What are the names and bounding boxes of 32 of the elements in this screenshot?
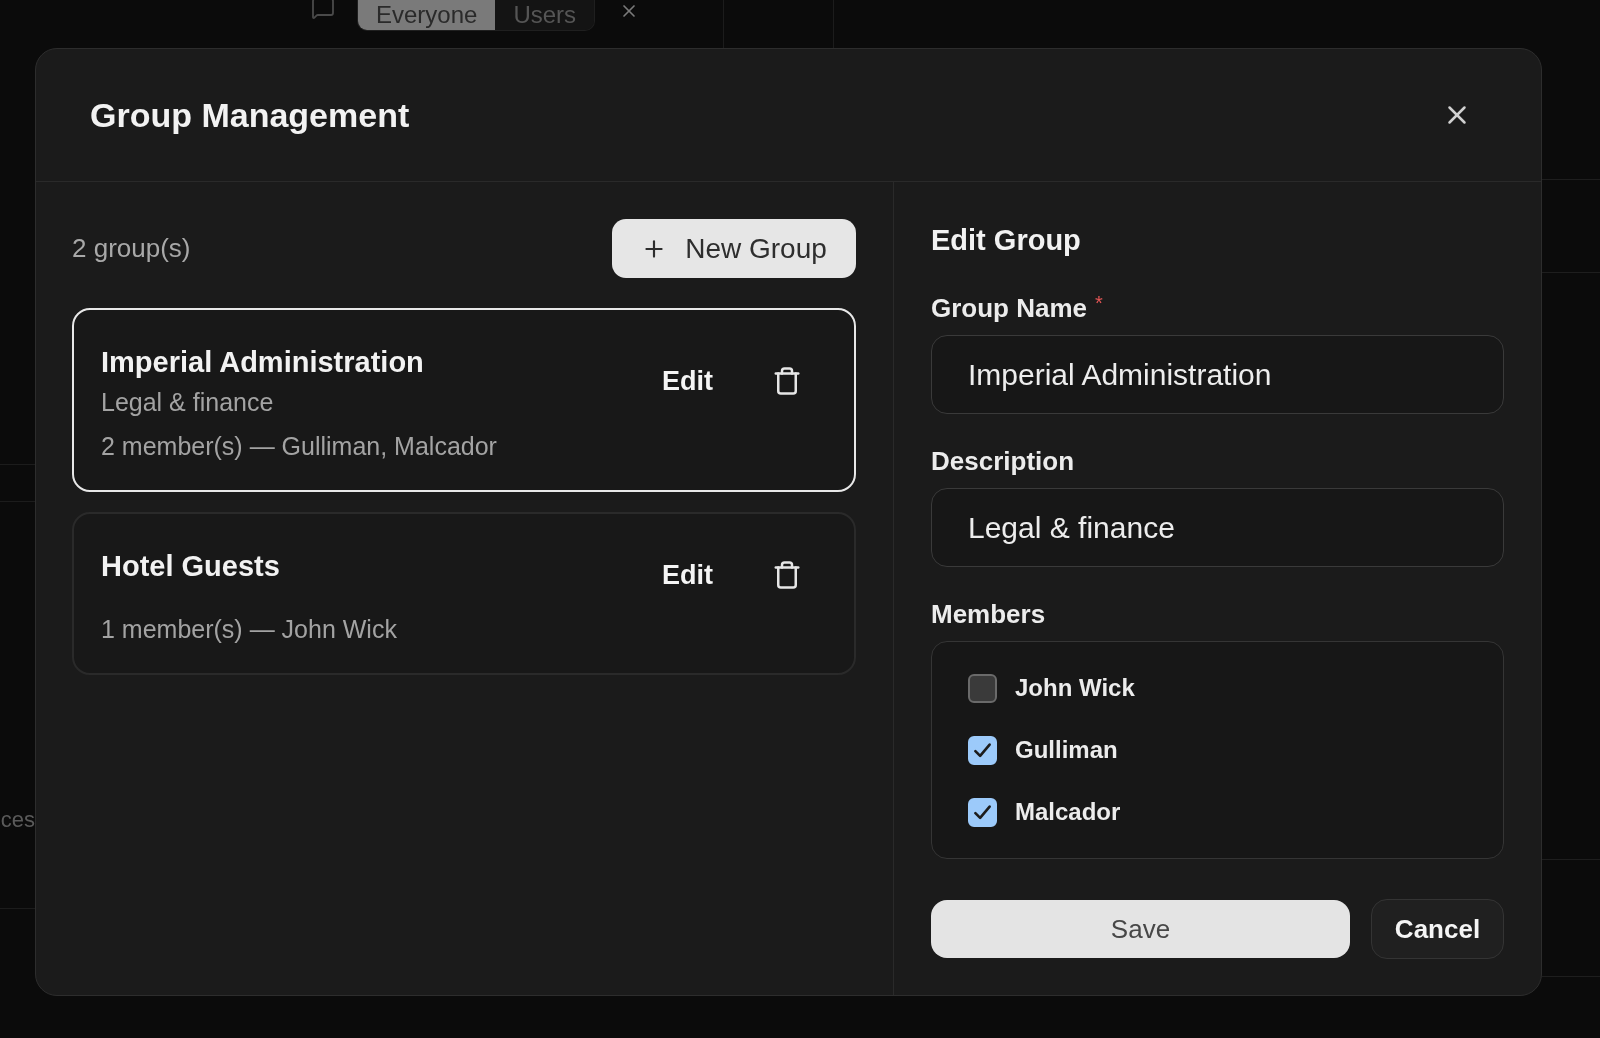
checkbox[interactable] <box>968 797 997 827</box>
group-name: Imperial Administration <box>101 345 424 379</box>
edit-button[interactable]: Edit <box>654 359 721 403</box>
text-input[interactable]: Legal & finance <box>931 488 1504 567</box>
field-label: Description <box>931 446 1075 476</box>
check-icon <box>973 802 992 822</box>
editor-title: Edit Group <box>931 223 1081 257</box>
checkbox[interactable] <box>968 735 997 765</box>
group-description: Legal & finance <box>101 387 274 417</box>
new-group-button[interactable]: New Group <box>612 219 856 278</box>
sidebar-label: ces <box>0 806 35 834</box>
trash-icon <box>772 366 802 396</box>
check-icon <box>973 740 992 760</box>
group-card[interactable]: Imperial Administration Legal & finance 2 member(s) — Gulliman, Malcador Edit <box>72 308 856 492</box>
group-members: 2 member(s) — Gulliman, Malcador <box>101 431 497 461</box>
checkbox[interactable] <box>968 673 997 703</box>
text-input[interactable]: Imperial Administration <box>931 335 1504 414</box>
group-members: 1 member(s) — John Wick <box>101 614 397 644</box>
cancel-button[interactable]: Cancel <box>1371 899 1504 959</box>
edit-button[interactable]: Edit <box>654 552 721 597</box>
group-card[interactable]: Hotel Guests 1 member(s) — John Wick Edit <box>72 512 856 675</box>
trash-icon <box>772 559 802 590</box>
dialog-title: Group Management <box>90 95 410 135</box>
save-button[interactable]: Save <box>931 900 1350 958</box>
member-name: John Wick <box>1015 673 1135 703</box>
group-count: 2 group(s) <box>72 232 191 265</box>
member-name: Malcador <box>1015 797 1121 827</box>
field-label: Members <box>931 599 1046 629</box>
required-mark: * <box>1095 293 1103 313</box>
field-label: Group Name <box>931 293 1088 323</box>
member-name: Gulliman <box>1015 735 1118 765</box>
group-name: Hotel Guests <box>101 549 280 583</box>
